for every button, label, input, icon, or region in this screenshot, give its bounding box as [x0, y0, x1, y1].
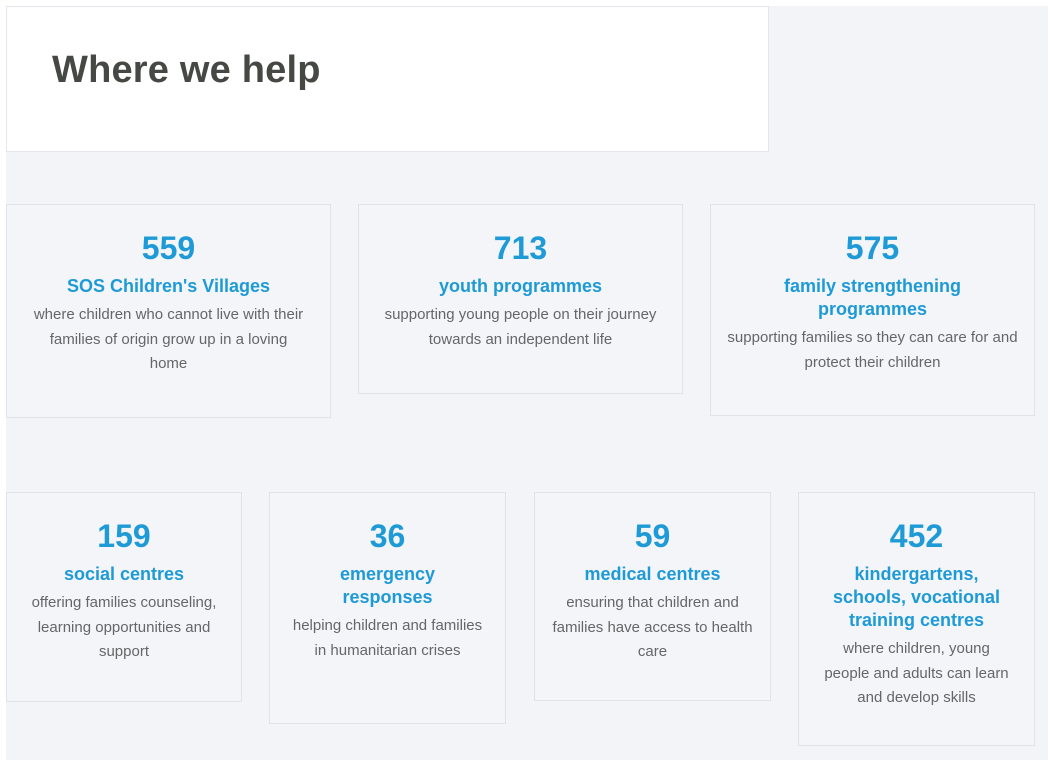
- page-title: Where we help: [52, 49, 321, 91]
- stat-card-education-centres: 452 kindergartens, schools, vocational t…: [798, 492, 1035, 746]
- stat-number: 452: [889, 518, 944, 554]
- stat-label: emergency responses: [339, 564, 436, 607]
- stat-card-medical-centres: 59 medical centres ensuring that childre…: [534, 492, 771, 701]
- stat-description: supporting young people on their journey…: [384, 306, 657, 348]
- stat-card-sos-childrens-villages: 559 SOS Children's Villages where childr…: [6, 204, 331, 418]
- stat-label: SOS Children's Villages: [66, 276, 271, 296]
- stat-label: kindergartens, schools, vocational train…: [832, 564, 1001, 630]
- stat-card-youth-programmes: 713 youth programmes supporting young pe…: [358, 204, 683, 394]
- stat-label: family strengthening programmes: [783, 276, 962, 319]
- stat-description: supporting families so they can care for…: [727, 329, 1018, 371]
- title-card: Where we help: [6, 6, 769, 152]
- stat-label: youth programmes: [438, 276, 603, 296]
- stat-label: medical centres: [584, 564, 721, 584]
- stat-description: helping children and families in humanit…: [292, 617, 483, 659]
- stat-label: social centres: [63, 564, 185, 584]
- stat-number: 59: [634, 518, 671, 554]
- stat-number: 559: [141, 230, 196, 266]
- stat-card-family-strengthening: 575 family strengthening programmes supp…: [710, 204, 1035, 416]
- stat-description: where children who cannot live with thei…: [33, 306, 304, 372]
- stat-card-emergency-responses: 36 emergency responses helping children …: [269, 492, 506, 724]
- stat-description: ensuring that children and families have…: [552, 594, 753, 660]
- stat-number: 575: [845, 230, 900, 266]
- stat-description: offering families counseling, learning o…: [31, 594, 217, 660]
- stat-description: where children, young people and adults …: [824, 640, 1009, 706]
- stat-number: 36: [369, 518, 406, 554]
- stat-number: 159: [97, 518, 151, 554]
- where-we-help-section: Where we help 559 SOS Children's Village…: [6, 6, 1048, 760]
- stat-number: 713: [493, 230, 548, 266]
- stat-card-social-centres: 159 social centres offering families cou…: [6, 492, 242, 702]
